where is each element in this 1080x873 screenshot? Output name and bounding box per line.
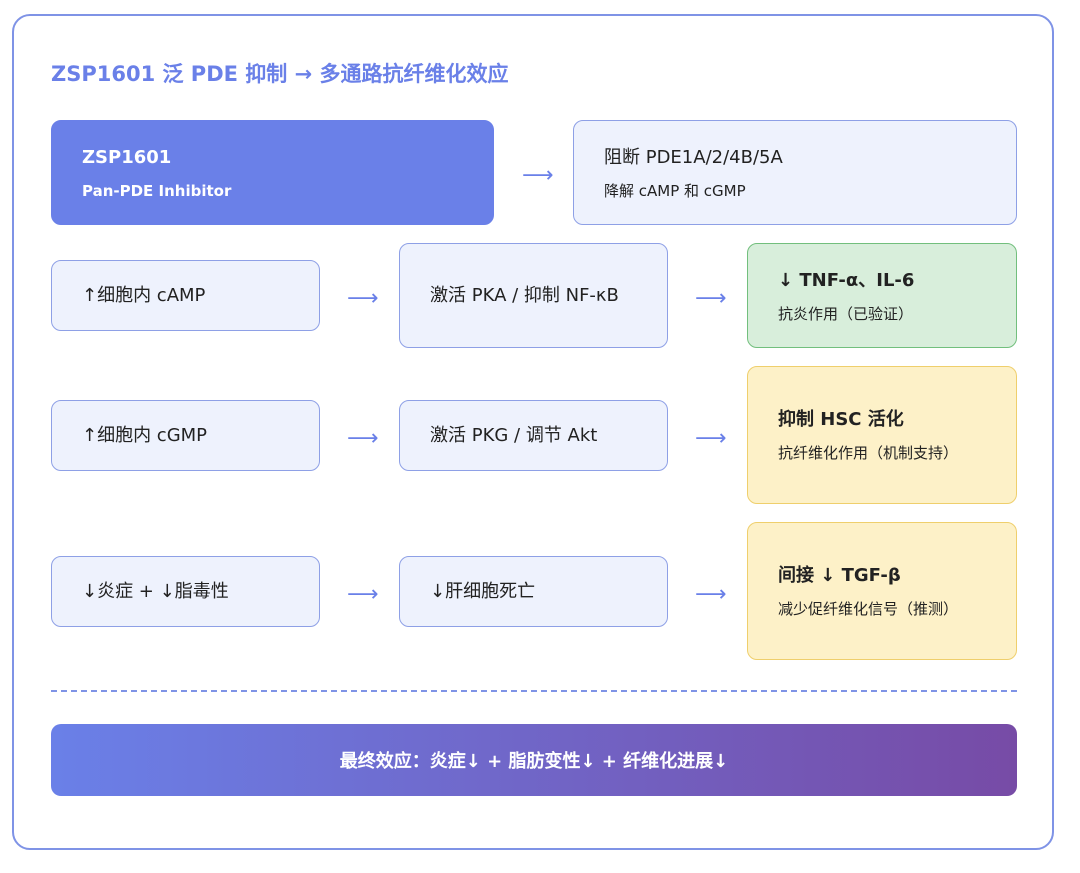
pkg-label: 激活 PKG / 调节 Akt [430,424,598,446]
cgmp-node: ↑细胞内 cGMP [51,400,320,471]
pkg-node: 激活 PKG / 调节 Akt [399,400,668,471]
hepatocyte-death-label: ↓肝细胞死亡 [430,580,536,602]
dashed-divider [51,690,1017,692]
drug-class: Pan-PDE Inhibitor [82,181,232,200]
tgf-node: 间接 ↓ TGF-β 减少促纤维化信号（推测） [747,522,1017,660]
arrow-icon: ⟶ [695,286,727,311]
arrow-icon: ⟶ [695,582,727,607]
hsc-sub: 抗纤维化作用（机制支持） [778,444,959,462]
hepatocyte-death-node: ↓肝细胞死亡 [399,556,668,627]
pde-block-sub: 降解 cAMP 和 cGMP [604,181,746,200]
pde-block-node: 阻断 PDE1A/2/4B/5A 降解 cAMP 和 cGMP [573,120,1017,225]
drug-name: ZSP1601 [82,146,172,168]
anti-inflammation-node: ↓ TNF-α、IL-6 抗炎作用（已验证） [747,243,1017,348]
inflammation-lipotoxicity-label: ↓炎症 + ↓脂毒性 [82,580,229,602]
camp-label: ↑细胞内 cAMP [82,284,206,306]
final-effect-banner: 最终效应：炎症↓ + 脂肪变性↓ + 纤维化进展↓ [51,724,1017,796]
arrow-icon: ⟶ [522,163,554,188]
anti-inflammation-sub: 抗炎作用（已验证） [778,304,914,323]
pde-block-main: 阻断 PDE1A/2/4B/5A [604,146,783,168]
hsc-main: 抑制 HSC 活化 [778,409,904,430]
cgmp-label: ↑细胞内 cGMP [82,424,208,446]
tgf-main: 间接 ↓ TGF-β [778,565,901,586]
arrow-icon: ⟶ [347,426,379,451]
pka-label: 激活 PKA / 抑制 NF-κB [430,284,619,306]
diagram-title: ZSP1601 泛 PDE 抑制 → 多通路抗纤维化效应 [51,62,509,86]
camp-node: ↑细胞内 cAMP [51,260,320,331]
inflammation-lipotoxicity-node: ↓炎症 + ↓脂毒性 [51,556,320,627]
arrow-icon: ⟶ [695,426,727,451]
arrow-icon: ⟶ [347,582,379,607]
pka-node: 激活 PKA / 抑制 NF-κB [399,243,668,348]
hsc-node: 抑制 HSC 活化 抗纤维化作用（机制支持） [747,366,1017,504]
arrow-icon: ⟶ [347,286,379,311]
drug-node: ZSP1601 Pan-PDE Inhibitor [51,120,494,225]
anti-inflammation-main: ↓ TNF-α、IL-6 [778,269,915,291]
tgf-sub: 减少促纤维化信号（推测） [778,600,959,618]
